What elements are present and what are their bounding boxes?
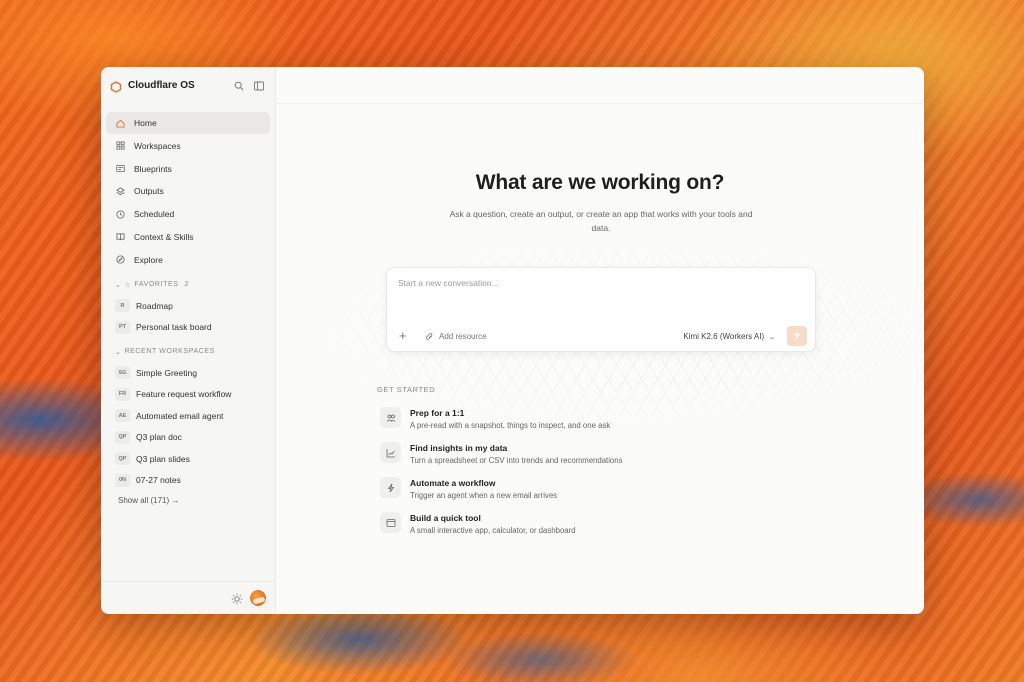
get-started-list: Prep for a 1:1 A pre-read with a snapsho…	[380, 407, 700, 547]
lightning-icon	[380, 477, 401, 498]
sidebar-header: Cloudflare OS	[101, 67, 275, 104]
get-started-item-insights[interactable]: Find insights in my data Turn a spreadsh…	[380, 442, 700, 477]
model-selector[interactable]: Kimi K2.6 (Workers AI) ⌄	[683, 332, 775, 341]
model-label: Kimi K2.6 (Workers AI)	[683, 332, 765, 341]
home-icon	[115, 118, 125, 128]
workspace-label: Feature request workflow	[136, 389, 232, 400]
add-resource-button[interactable]: Add resource	[425, 332, 487, 341]
star-icon: ☆	[124, 281, 132, 289]
sidebar-footer	[101, 581, 275, 614]
get-started-title: Find insights in my data	[410, 443, 508, 453]
recent-workspace-item[interactable]: AE Automated email agent	[106, 405, 270, 427]
people-icon	[380, 407, 401, 428]
arrow-up-icon	[794, 332, 800, 339]
get-started-desc: Trigger an agent when a new email arrive…	[410, 491, 558, 500]
chevron-down-icon: ⌄	[115, 281, 122, 289]
search-icon[interactable]	[232, 79, 246, 93]
get-started-desc: A small interactive app, calculator, or …	[410, 526, 576, 535]
nav-item-label: Explore	[134, 254, 163, 265]
send-button[interactable]	[787, 326, 807, 346]
app-title: Cloudflare OS	[128, 80, 195, 91]
nav-item-outputs[interactable]: Outputs	[106, 180, 270, 202]
nav-item-label: Context & Skills	[134, 231, 194, 242]
workspace-label: Q3 plan doc	[136, 432, 182, 443]
nav-item-label: Workspaces	[134, 140, 181, 151]
get-started-title: Build a quick tool	[410, 513, 481, 523]
workspace-badge: QP	[115, 430, 130, 444]
blueprint-icon	[115, 164, 125, 174]
workspace-badge: SG	[115, 366, 130, 380]
get-started-desc: A pre-read with a snapshot, things to in…	[410, 421, 611, 430]
main-content: What are we working on? Ask a question, …	[276, 67, 924, 614]
recent-workspace-item[interactable]: QP Q3 plan slides	[106, 448, 270, 470]
book-icon	[115, 232, 125, 242]
conversation-composer: + Add resource Kimi K2.6 (Workers AI) ⌄	[386, 267, 816, 352]
avatar[interactable]	[249, 589, 267, 607]
favorites-label: FAVORITES	[134, 281, 179, 289]
recent-workspace-item[interactable]: 0N 07-27 notes	[106, 469, 270, 491]
favorites-section-header[interactable]: ⌄ ☆ FAVORITES 2	[106, 275, 270, 295]
conversation-input[interactable]	[398, 278, 798, 288]
nav-item-label: Scheduled	[134, 209, 175, 220]
workspace-label: Simple Greeting	[136, 367, 197, 378]
recent-workspace-item[interactable]: SG Simple Greeting	[106, 362, 270, 384]
nav-item-context-skills[interactable]: Context & Skills	[106, 226, 270, 248]
page-subtitle: Ask a question, create an output, or cre…	[449, 209, 753, 233]
paperclip-icon	[425, 332, 433, 340]
get-started-item-automate[interactable]: Automate a workflow Trigger an agent whe…	[380, 477, 700, 512]
sun-icon[interactable]	[231, 592, 243, 605]
hexagon-logo-icon	[110, 80, 122, 93]
workspace-label: 07-27 notes	[136, 475, 181, 486]
workspace-badge: 0N	[115, 473, 130, 487]
workspace-label: Personal task board	[136, 322, 212, 333]
nav-item-workspaces[interactable]: Workspaces	[106, 135, 270, 157]
workspace-label: Q3 plan slides	[136, 453, 190, 464]
get-started-title: Automate a workflow	[410, 478, 496, 488]
layers-icon	[115, 186, 125, 196]
recent-workspaces-section-header[interactable]: ⌄ RECENT WORKSPACES	[106, 342, 270, 362]
add-resource-label: Add resource	[439, 332, 487, 341]
chevron-down-icon: ⌄	[115, 348, 122, 356]
sidebar-toggle-icon[interactable]	[252, 79, 266, 93]
compass-icon	[115, 255, 125, 265]
nav-item-home[interactable]: Home	[106, 112, 270, 134]
workspace-badge: AE	[115, 409, 130, 423]
get-started-label: GET STARTED	[377, 385, 436, 394]
get-started-desc: Turn a spreadsheet or CSV into trends an…	[410, 456, 623, 465]
favorites-count: 2	[184, 281, 190, 289]
favorite-item-roadmap[interactable]: R Roadmap	[106, 295, 270, 317]
nav-item-label: Blueprints	[134, 163, 172, 174]
chart-icon	[380, 442, 401, 463]
get-started-item-build-tool[interactable]: Build a quick tool A small interactive a…	[380, 512, 700, 547]
workspace-label: Automated email agent	[136, 410, 224, 421]
workspace-badge: R	[115, 299, 130, 313]
app-window: Cloudflare OS Home Workspaces Blueprints	[101, 67, 924, 614]
nav-item-scheduled[interactable]: Scheduled	[106, 203, 270, 225]
sidebar: Cloudflare OS Home Workspaces Blueprints	[101, 67, 276, 614]
favorite-item-personal-task-board[interactable]: PT Personal task board	[106, 316, 270, 338]
show-all-link[interactable]: Show all (171) →	[106, 491, 270, 511]
nav-item-label: Outputs	[134, 186, 164, 197]
get-started-item-prep[interactable]: Prep for a 1:1 A pre-read with a snapsho…	[380, 407, 700, 442]
workspace-badge: PT	[115, 320, 130, 334]
get-started-title: Prep for a 1:1	[410, 408, 465, 418]
primary-nav: Home Workspaces Blueprints Outputs Sched…	[101, 104, 275, 511]
workspace-label: Roadmap	[136, 300, 173, 311]
window-icon	[380, 512, 401, 533]
grid-icon	[115, 141, 125, 151]
page-title: What are we working on?	[475, 171, 725, 194]
recent-workspaces-label: RECENT WORKSPACES	[124, 348, 215, 356]
recent-workspace-item[interactable]: QP Q3 plan doc	[106, 426, 270, 448]
recent-workspace-item[interactable]: FR Feature request workflow	[106, 383, 270, 405]
workspace-badge: FR	[115, 387, 130, 401]
nav-item-blueprints[interactable]: Blueprints	[106, 158, 270, 180]
top-bar	[276, 67, 924, 104]
chevron-down-icon: ⌄	[769, 333, 775, 341]
plus-icon[interactable]: +	[399, 329, 407, 342]
nav-item-explore[interactable]: Explore	[106, 249, 270, 271]
workspace-badge: QP	[115, 452, 130, 466]
nav-item-label: Home	[134, 118, 157, 128]
clock-icon	[115, 209, 125, 219]
